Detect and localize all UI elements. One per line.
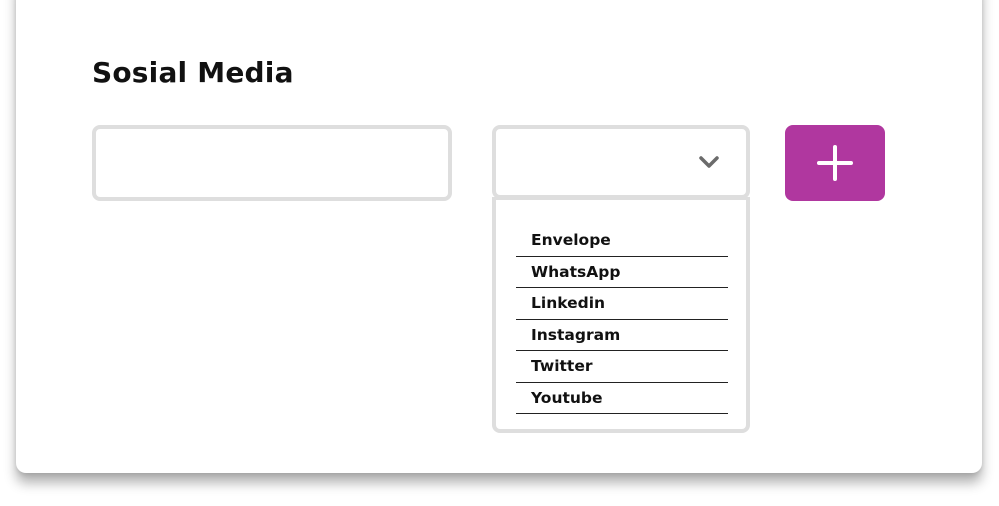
option-youtube[interactable]: Youtube	[516, 383, 728, 414]
option-linkedin[interactable]: Linkedin	[516, 288, 728, 320]
platform-dropdown-menu: Envelope WhatsApp Linkedin Instagram Twi…	[492, 197, 750, 433]
option-whatsapp[interactable]: WhatsApp	[516, 257, 728, 288]
add-button[interactable]	[785, 125, 885, 201]
social-link-input[interactable]	[92, 125, 452, 201]
chevron-down-icon	[699, 156, 719, 168]
section-title: Sosial Media	[92, 56, 294, 89]
platform-option-list: Envelope WhatsApp Linkedin Instagram Twi…	[516, 225, 728, 414]
plus-icon	[817, 145, 853, 181]
option-twitter[interactable]: Twitter	[516, 351, 728, 383]
option-instagram[interactable]: Instagram	[516, 320, 728, 351]
option-envelope[interactable]: Envelope	[516, 225, 728, 257]
platform-select[interactable]	[492, 125, 750, 199]
